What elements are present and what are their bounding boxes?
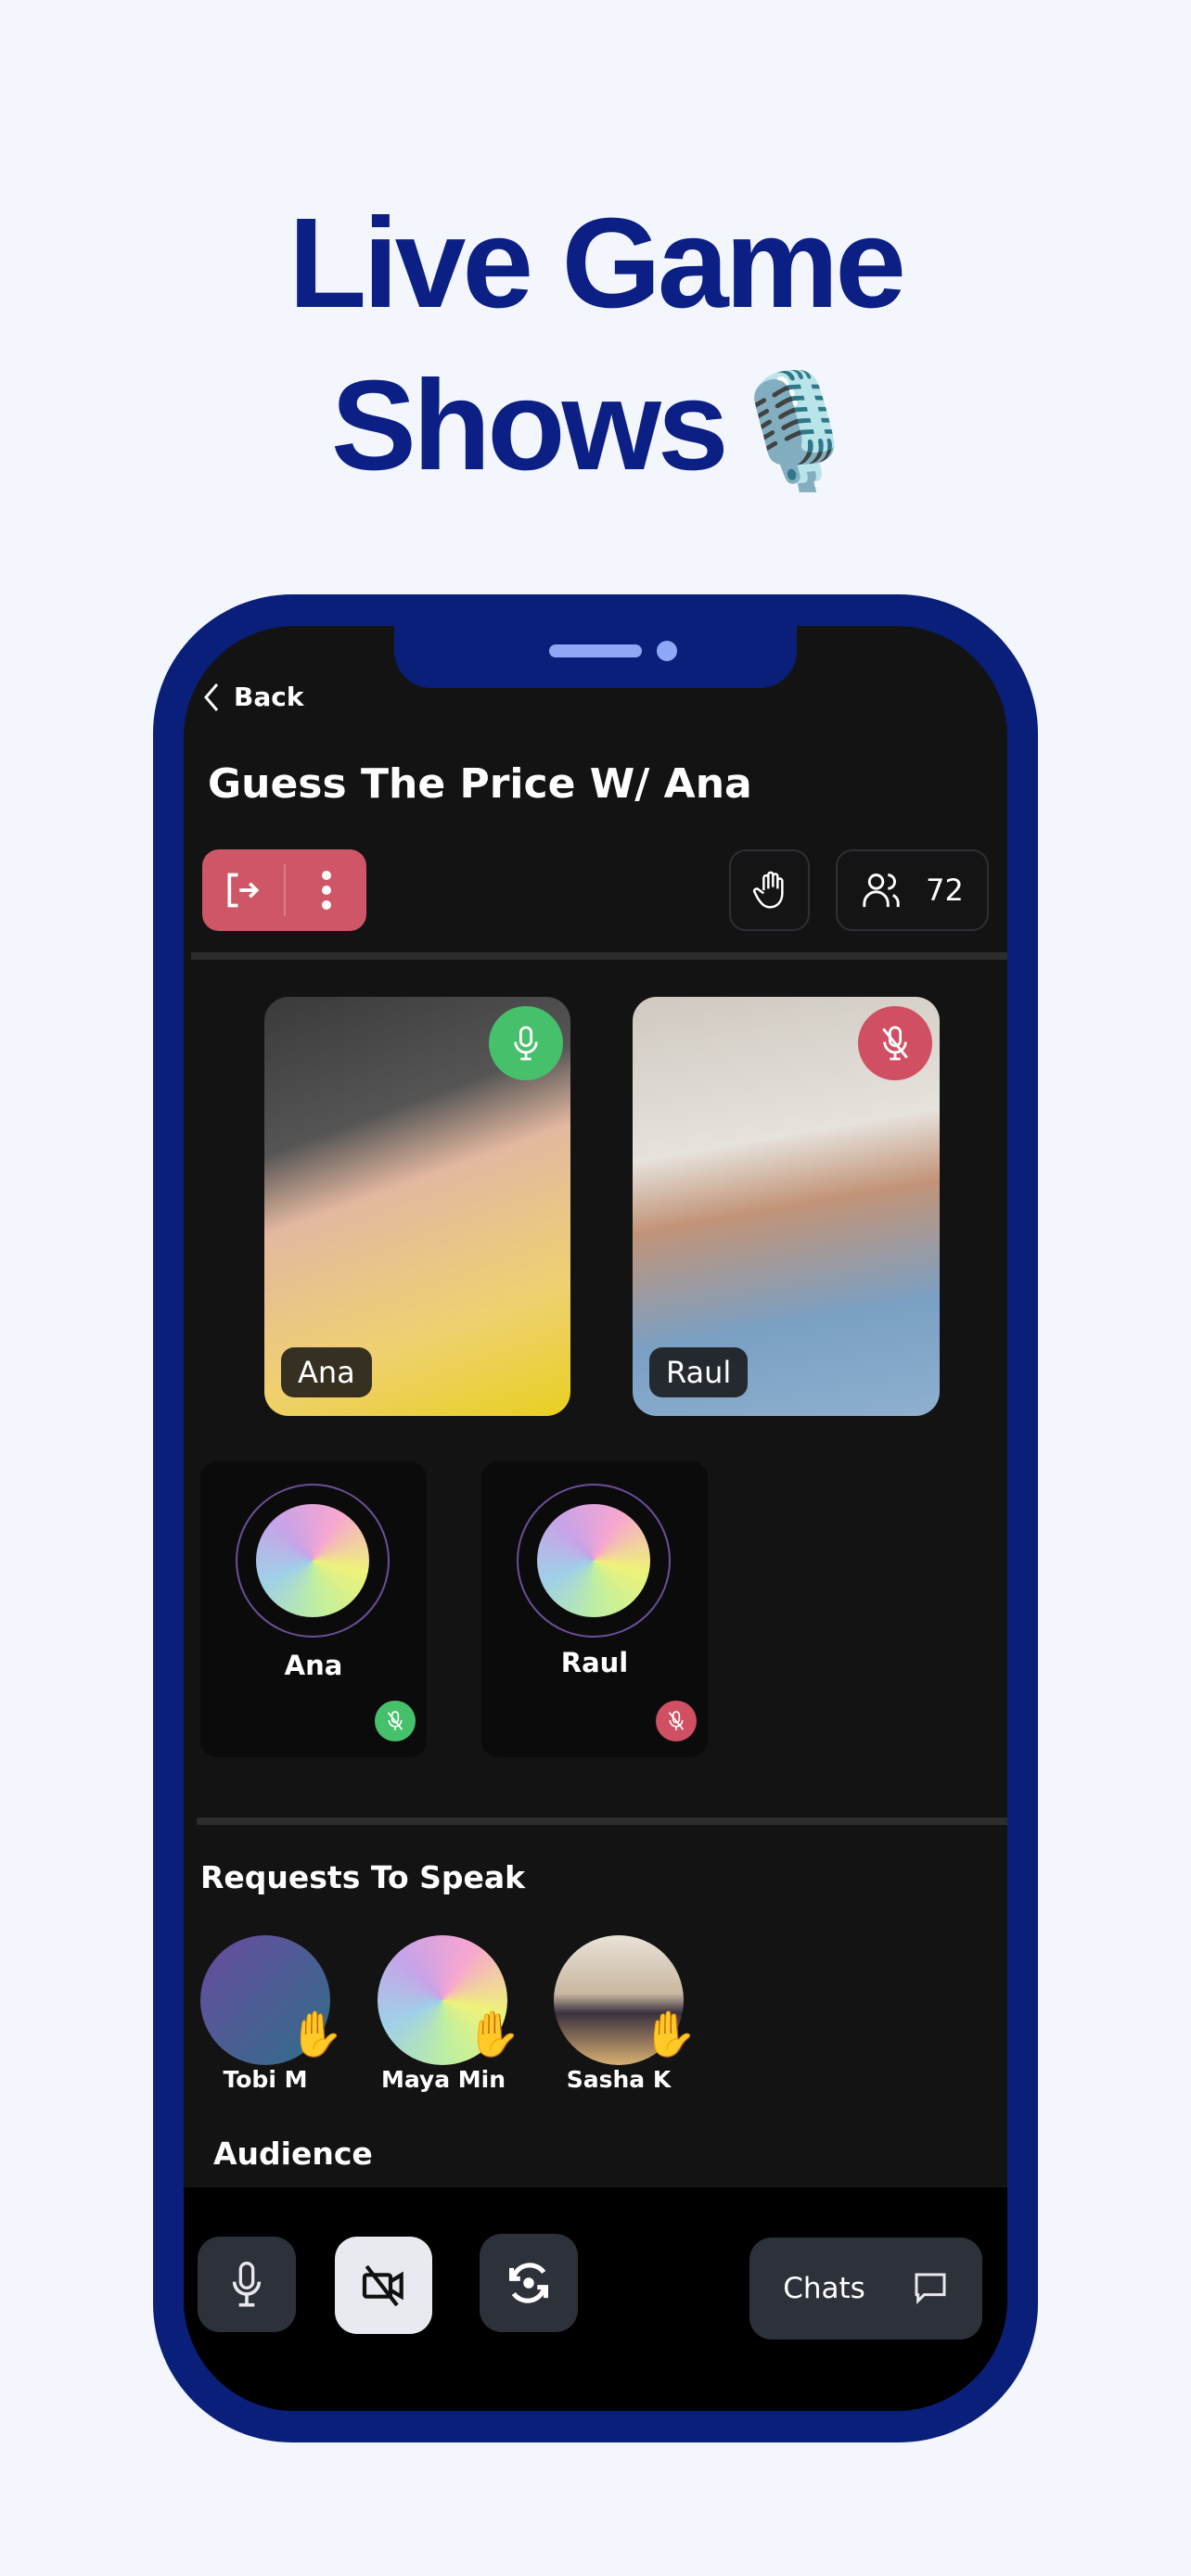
- card-name: Raul: [560, 1647, 629, 1678]
- chevron-left-icon: [204, 682, 219, 711]
- video-name-label: Ana: [281, 1347, 372, 1397]
- request-name: Maya Min: [380, 2066, 506, 2093]
- raise-hand-button[interactable]: [729, 849, 810, 931]
- chats-label: Chats: [783, 2272, 865, 2305]
- raised-hand-icon: ✋: [642, 2010, 698, 2060]
- exit-icon: [227, 873, 260, 908]
- avatar: [537, 1504, 650, 1617]
- avatar: [256, 1504, 369, 1617]
- more-options-button[interactable]: [286, 870, 366, 911]
- camera-toggle-button[interactable]: [335, 2237, 432, 2334]
- request-name: Tobi M: [223, 2066, 308, 2093]
- camera-dot: [657, 641, 677, 661]
- raised-hand-icon: ✋: [288, 2010, 344, 2060]
- switch-camera-button[interactable]: [480, 2234, 578, 2332]
- back-label: Back: [234, 682, 304, 712]
- participant-count: 72: [926, 873, 964, 908]
- request-name: Sasha K: [566, 2066, 672, 2093]
- mic-toggle-button[interactable]: [198, 2237, 296, 2332]
- card-name: Ana: [284, 1650, 343, 1681]
- microphone-icon: [232, 2261, 262, 2306]
- microphone-emoji-icon: 🎙️: [724, 369, 864, 493]
- back-button[interactable]: Back: [202, 682, 303, 712]
- video-off-icon: [362, 2264, 403, 2306]
- microphone-off-icon: [387, 1711, 403, 1730]
- video-tile-raul[interactable]: Raul: [633, 997, 940, 1416]
- requests-title: Requests To Speak: [200, 1859, 526, 1895]
- chat-bubble-icon: [915, 2273, 946, 2304]
- audio-card-raul[interactable]: Raul: [481, 1461, 708, 1757]
- microphone-off-icon: [882, 1026, 908, 1061]
- mic-status-badge: [656, 1701, 697, 1741]
- hand-icon: [752, 871, 784, 909]
- headline-line-2: Shows🎙️: [0, 362, 1191, 490]
- mic-off-badge: [858, 1006, 932, 1080]
- microphone-icon: [514, 1026, 538, 1061]
- audience-title: Audience: [213, 2136, 373, 2172]
- mic-on-badge: [489, 1006, 563, 1080]
- bottom-toolbar: Chats: [184, 2187, 1007, 2411]
- headline-line-1: Live Game: [288, 192, 906, 335]
- users-icon: [863, 874, 900, 908]
- leave-controls: [202, 849, 366, 931]
- page-title: Guess The Price W/ Ana: [208, 760, 752, 808]
- divider: [191, 952, 1007, 960]
- chats-button[interactable]: Chats: [749, 2238, 982, 2340]
- divider: [197, 1817, 1007, 1825]
- mic-status-badge: [375, 1701, 416, 1741]
- audio-card-ana[interactable]: Ana: [200, 1461, 427, 1757]
- headline-text: Shows: [330, 354, 729, 497]
- raised-hand-icon: ✋: [466, 2010, 521, 2060]
- microphone-off-icon: [668, 1711, 685, 1730]
- phone-screen: Back Guess The Price W/ Ana 72 Ana Raul: [184, 626, 1007, 2411]
- switch-camera-icon: [509, 2263, 548, 2303]
- speaker: [549, 644, 642, 657]
- video-tile-ana[interactable]: Ana: [264, 997, 570, 1416]
- leave-button[interactable]: [202, 870, 284, 911]
- video-name-label: Raul: [649, 1347, 749, 1397]
- participants-button[interactable]: 72: [836, 849, 989, 931]
- more-vertical-icon: [321, 871, 331, 910]
- notch: [394, 626, 797, 688]
